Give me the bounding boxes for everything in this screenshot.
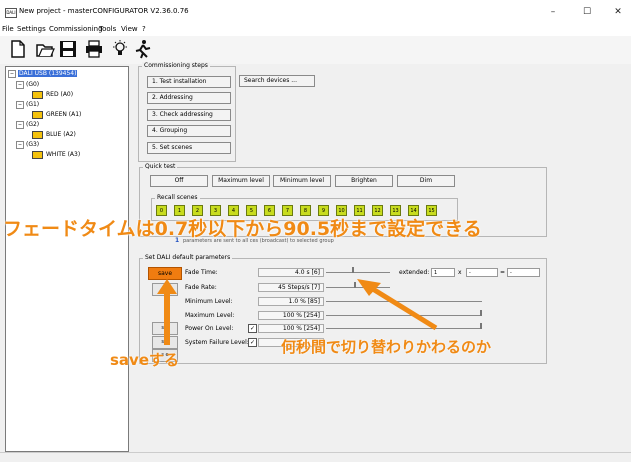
- collapse-icon[interactable]: −: [8, 69, 16, 78]
- step-set-scenes-button[interactable]: 5. Set scenes: [147, 142, 231, 154]
- minimum-level-slider[interactable]: [326, 298, 482, 302]
- tree-device-blue[interactable]: BLUE (A2): [32, 130, 76, 139]
- ballast-icon: [32, 110, 43, 119]
- default-parameters-title: Set DALI default parameters: [143, 254, 233, 261]
- ballast-icon: [32, 130, 43, 139]
- menu-file[interactable]: File: [2, 25, 14, 33]
- quick-test-title: Quick test: [143, 163, 178, 170]
- commissioning-steps-title: Commissioning steps: [142, 62, 210, 69]
- menu-view[interactable]: View: [121, 25, 138, 33]
- minimum-level-button[interactable]: Minimum level: [273, 175, 331, 187]
- minimum-level-value: 1.0 % [85]: [258, 297, 324, 306]
- toolbar: [0, 36, 631, 64]
- fade-time-value: 4.0 s [6]: [258, 268, 324, 277]
- maximum-level-label: Maximum Level:: [185, 312, 235, 319]
- extended-label: extended:: [399, 269, 430, 276]
- save-annotation: saveする: [110, 351, 180, 369]
- maximum-level-button[interactable]: Maximum level: [212, 175, 270, 187]
- recall-scenes-title: Recall scenes: [155, 194, 200, 201]
- power-on-checkbox[interactable]: ✓: [248, 324, 257, 333]
- menu-tools[interactable]: Tools: [99, 25, 116, 33]
- collapse-icon[interactable]: −: [16, 140, 24, 149]
- transition-duration-annotation: 何秒間で切り替わりかわるのか: [281, 338, 492, 356]
- ballast-icon: [32, 90, 43, 99]
- extended-multiplier-dropdown[interactable]: 1: [431, 268, 455, 277]
- tree-group-g0[interactable]: − (G0): [16, 80, 39, 89]
- fade-time-label: Fade Time:: [185, 269, 218, 276]
- step-grouping-button[interactable]: 4. Grouping: [147, 125, 231, 137]
- dim-button[interactable]: Dim: [397, 175, 455, 187]
- fade-time-slider[interactable]: [326, 269, 390, 273]
- tree-group-g2[interactable]: − (G2): [16, 120, 39, 129]
- tree-group-g3[interactable]: − (G3): [16, 140, 39, 149]
- tree-device-green[interactable]: GREEN (A1): [32, 110, 81, 119]
- fade-rate-value: 45 Steps/s [7]: [258, 283, 324, 292]
- minimize-button[interactable]: –: [540, 4, 566, 20]
- collapse-icon[interactable]: −: [16, 100, 24, 109]
- tree-device-red[interactable]: RED (A0): [32, 90, 73, 99]
- lightbulb-icon[interactable]: [110, 39, 130, 59]
- fade-rate-label: Fade Rate:: [185, 284, 217, 291]
- maximum-level-slider-thumb[interactable]: [480, 310, 482, 316]
- tree-root[interactable]: − DALI USB (139454): [8, 69, 78, 78]
- menu-settings[interactable]: Settings: [17, 25, 46, 33]
- send-power-on-button[interactable]: s e: [152, 336, 178, 349]
- save-disk-icon[interactable]: [58, 39, 78, 59]
- fade-rate-slider-thumb[interactable]: [354, 282, 356, 288]
- menu-commissioning[interactable]: Commissioning: [49, 25, 103, 33]
- save-button[interactable]: save: [148, 267, 182, 280]
- menu-bar: File Settings Commissioning Tools View ?: [0, 24, 631, 36]
- extended-base-dropdown[interactable]: -: [466, 268, 498, 277]
- minimum-level-label: Minimum Level:: [185, 298, 233, 305]
- send-max-level-button[interactable]: s e: [152, 322, 178, 335]
- maximum-level-value: 100 % [254]: [258, 311, 324, 320]
- system-failure-level-label: System Failure Level:: [185, 339, 249, 346]
- off-button[interactable]: Off: [150, 175, 208, 187]
- system-failure-checkbox[interactable]: ✓: [248, 338, 257, 347]
- print-icon[interactable]: [84, 39, 104, 59]
- power-on-level-value: 100 % [254]: [258, 324, 324, 333]
- power-on-level-slider-thumb[interactable]: [480, 323, 482, 329]
- tree-device-white[interactable]: WHITE (A3): [32, 150, 80, 159]
- power-on-level-label: Power On Level:: [185, 325, 234, 332]
- menu-help[interactable]: ?: [142, 25, 146, 33]
- open-folder-icon[interactable]: [35, 39, 55, 59]
- maximize-button[interactable]: ☐: [574, 4, 600, 20]
- collapse-icon[interactable]: −: [16, 80, 24, 89]
- fade-rate-slider[interactable]: [326, 284, 390, 288]
- device-tree[interactable]: − DALI USB (139454) − (G0) RED (A0) − (G1) …: [5, 66, 129, 452]
- close-button[interactable]: ✕: [605, 4, 631, 20]
- power-on-level-slider[interactable]: [326, 325, 482, 329]
- tree-group-g1[interactable]: − (G1): [16, 100, 39, 109]
- step-test-installation-button[interactable]: 1. Test installation: [147, 76, 231, 88]
- app-icon: DALI: [5, 8, 17, 18]
- new-document-icon[interactable]: [8, 39, 28, 59]
- send-fade-rate-button[interactable]: s e: [152, 283, 178, 296]
- running-person-icon[interactable]: [132, 39, 152, 59]
- title-bar: DALI New project - masterCONFIGURATOR V2…: [0, 0, 631, 24]
- extended-equals-label: =: [500, 269, 506, 276]
- window-title: New project - masterCONFIGURATOR V2.36.0…: [19, 7, 189, 15]
- fade-time-range-annotation: フェードタイムは0.7秒以下から90.5秒まで設定できる: [3, 218, 482, 240]
- search-devices-button[interactable]: Search devices ...: [239, 75, 315, 87]
- step-addressing-button[interactable]: 2. Addressing: [147, 92, 231, 104]
- step-check-addressing-button[interactable]: 3. Check addressing: [147, 109, 231, 121]
- fade-time-slider-thumb[interactable]: [352, 267, 354, 273]
- ballast-icon: [32, 150, 43, 159]
- extended-result-field: -: [507, 268, 540, 277]
- collapse-icon[interactable]: −: [16, 120, 24, 129]
- maximum-level-slider[interactable]: [326, 312, 482, 316]
- brighten-button[interactable]: Brighten: [335, 175, 393, 187]
- extended-times-label: x: [458, 269, 462, 276]
